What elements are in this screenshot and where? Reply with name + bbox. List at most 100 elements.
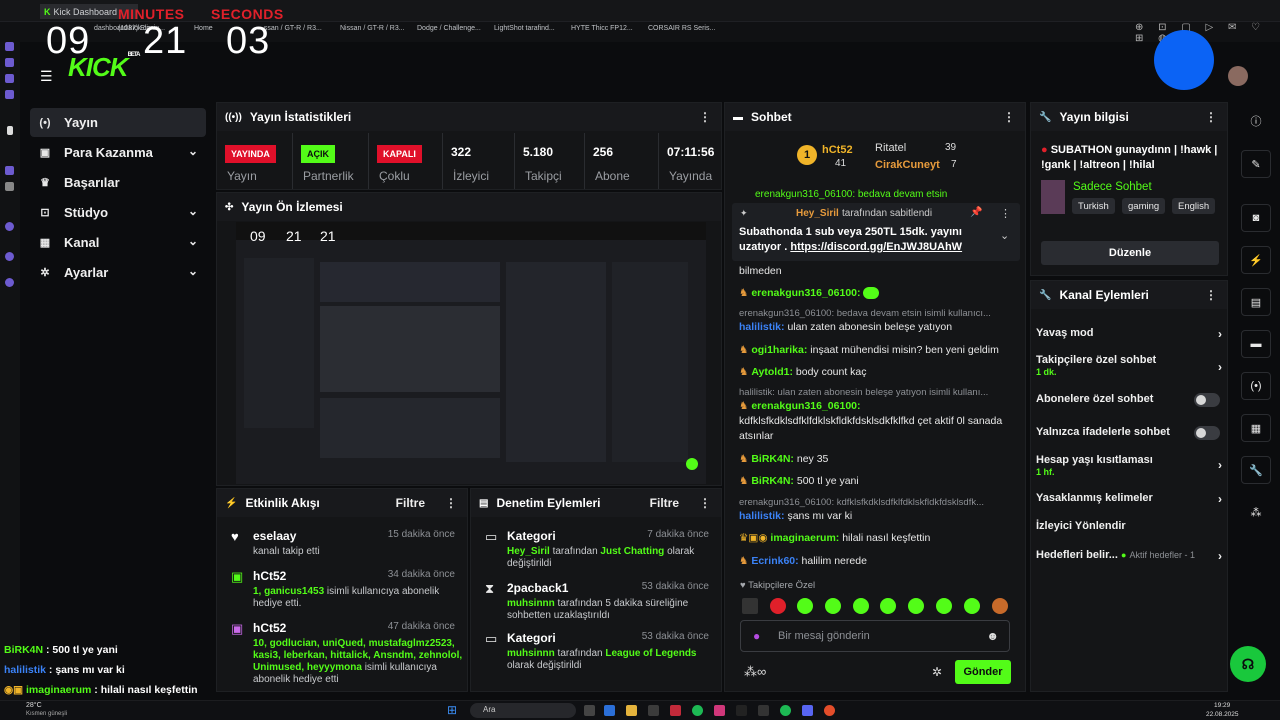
bookmark[interactable]: Home: [194, 25, 213, 32]
more-options-icon[interactable]: ⋮: [699, 496, 711, 510]
nav-item-basarilar[interactable]: ♛ Başarılar: [30, 168, 206, 197]
action-raid[interactable]: İzleyici Yönlendir: [1036, 520, 1226, 532]
action-followers-only[interactable]: Takipçilere özel sohbet 1 dk. ›: [1036, 354, 1226, 377]
chat-user[interactable]: BiRK4N:: [751, 453, 794, 465]
more-options-icon[interactable]: ⋮: [1000, 207, 1011, 220]
activity-user[interactable]: hCt52: [253, 621, 286, 635]
microphone-icon[interactable]: ●: [753, 629, 760, 643]
info-icon[interactable]: ⓘ: [1241, 107, 1271, 135]
action-account-age[interactable]: Hesap yaşı kısıtlaması 1 hf. ›: [1036, 454, 1226, 477]
list-icon[interactable]: ▦: [1241, 414, 1271, 442]
bookmark[interactable]: CORSAIR RS Seris...: [648, 25, 715, 32]
pinned-link[interactable]: https://discord.gg/EnJWJ8UAhW: [790, 241, 962, 253]
emote-icon[interactable]: [825, 598, 841, 614]
chat-user[interactable]: Aytold1:: [751, 366, 793, 378]
chat-user[interactable]: halilistik:: [739, 510, 785, 522]
app-icon[interactable]: [604, 705, 615, 716]
nav-item-yayin[interactable]: (•) Yayın: [30, 108, 206, 137]
emoji-icon[interactable]: ☻: [986, 629, 999, 643]
mod-user[interactable]: muhsinnn: [507, 648, 555, 659]
more-options-icon[interactable]: ⋮: [1205, 110, 1217, 124]
shapes-icon[interactable]: ⁂: [1241, 498, 1271, 526]
tag-chip[interactable]: English: [1172, 198, 1216, 214]
bookmark[interactable]: Dodge / Challenge...: [417, 25, 481, 32]
emote-icon[interactable]: [880, 598, 896, 614]
toggle-switch[interactable]: [1194, 393, 1220, 407]
app-icon[interactable]: [758, 705, 769, 716]
chat-user[interactable]: Ecrink60:: [751, 555, 798, 567]
bookmark[interactable]: HYTE Thicc FP12...: [571, 25, 633, 32]
chat-user[interactable]: imaginaerum:: [770, 532, 839, 544]
app-icon[interactable]: [7, 126, 13, 135]
chat-input-box[interactable]: ● Bir mesaj gönderin ☻: [740, 620, 1010, 652]
nav-item-para-kazanma[interactable]: ▣ Para Kazanma ⌄: [30, 138, 206, 167]
app-icon[interactable]: [5, 90, 14, 99]
more-options-icon[interactable]: ⋮: [1205, 288, 1217, 302]
app-icon[interactable]: [824, 705, 835, 716]
activity-user[interactable]: hCt52: [253, 569, 286, 583]
broadcast-icon[interactable]: (•): [1241, 372, 1271, 400]
x-icon[interactable]: [5, 182, 14, 191]
chat-user[interactable]: erenakgun316_06100:: [751, 287, 860, 299]
discord-icon[interactable]: [802, 705, 813, 716]
clock-date[interactable]: 22.08.2025: [1206, 711, 1239, 718]
folder-icon[interactable]: [626, 705, 637, 716]
app-icon[interactable]: [5, 252, 14, 261]
camera-icon[interactable]: ◙: [1241, 204, 1271, 232]
bolt-icon[interactable]: ⚡: [1241, 246, 1271, 274]
top-gifter-name[interactable]: Ritatel: [875, 142, 906, 154]
app-icon[interactable]: [5, 166, 14, 175]
edit-pencil-icon[interactable]: ✎: [1241, 150, 1271, 178]
emote-icon[interactable]: [908, 598, 924, 614]
app-icon[interactable]: [670, 705, 681, 716]
tag-chip[interactable]: gaming: [1122, 198, 1166, 214]
gear-icon[interactable]: ✲: [932, 665, 942, 679]
wrench-icon[interactable]: 🔧: [1241, 456, 1271, 484]
chat-user[interactable]: halilistik:: [739, 321, 785, 333]
hamburger-menu-icon[interactable]: ☰: [40, 68, 53, 85]
top-gifter-name[interactable]: CirakCuneyt: [875, 159, 940, 171]
nav-item-kanal[interactable]: ▦ Kanal ⌄: [30, 228, 206, 257]
app-icon[interactable]: [5, 74, 14, 83]
filter-button[interactable]: Filtre: [650, 496, 679, 510]
stream-preview-video[interactable]: 09 21 21: [236, 222, 706, 484]
edit-button[interactable]: Düzenle: [1041, 241, 1219, 265]
tiktok-icon[interactable]: [736, 705, 747, 716]
heart-emote-icon[interactable]: [770, 598, 786, 614]
app-icon[interactable]: [5, 42, 14, 51]
windows-start-icon[interactable]: ⊞: [447, 703, 457, 717]
pinned-message[interactable]: ✦ Hey_Siril tarafından sabitlendi 📌 ⋮ ⌄ …: [732, 203, 1020, 261]
more-options-icon[interactable]: ⋮: [699, 110, 711, 124]
app-icon[interactable]: [5, 58, 14, 67]
tag-chip[interactable]: Turkish: [1072, 198, 1115, 214]
chat-settings-icon[interactable]: ⁂∞: [744, 664, 766, 680]
avatar[interactable]: [1228, 66, 1248, 86]
emote-icon[interactable]: [992, 598, 1008, 614]
app-icon[interactable]: [648, 705, 659, 716]
weather-temp[interactable]: 28°C: [26, 702, 42, 709]
filter-button[interactable]: Filtre: [396, 496, 425, 510]
mod-title[interactable]: 2pacback1: [507, 581, 568, 595]
chat-input-placeholder[interactable]: Bir mesaj gönderin: [778, 630, 870, 642]
nav-item-ayarlar[interactable]: ✲ Ayarlar ⌄: [30, 258, 206, 287]
chat-user[interactable]: BiRK4N:: [751, 475, 794, 487]
chat-user[interactable]: ogi1harika:: [751, 344, 807, 356]
app-icon[interactable]: [5, 278, 14, 287]
activity-user[interactable]: eselaay: [253, 529, 296, 543]
mod-user[interactable]: Hey_Siril: [507, 546, 550, 557]
emote-icon[interactable]: [797, 598, 813, 614]
nav-item-studyo[interactable]: ⊡ Stüdyo ⌄: [30, 198, 206, 227]
more-options-icon[interactable]: ⋮: [445, 496, 457, 510]
app-icon[interactable]: [584, 705, 595, 716]
emote-icon[interactable]: [936, 598, 952, 614]
action-goals[interactable]: Hedefleri belir... ● Aktif hedefler - 1 ›: [1036, 549, 1226, 563]
mod-user[interactable]: muhsinnn: [507, 598, 555, 609]
more-options-icon[interactable]: ⋮: [1003, 110, 1015, 124]
chat-user[interactable]: erenakgun316_06100:: [751, 400, 860, 412]
bookmark[interactable]: LightShot tarafind...: [494, 25, 555, 32]
chevron-down-icon[interactable]: ⌄: [1000, 229, 1009, 242]
search-box[interactable]: Ara: [470, 703, 576, 718]
action-slow-mode[interactable]: Yavaş mod ›: [1036, 327, 1226, 341]
spotify-icon[interactable]: [692, 705, 703, 716]
emote-icon[interactable]: [853, 598, 869, 614]
